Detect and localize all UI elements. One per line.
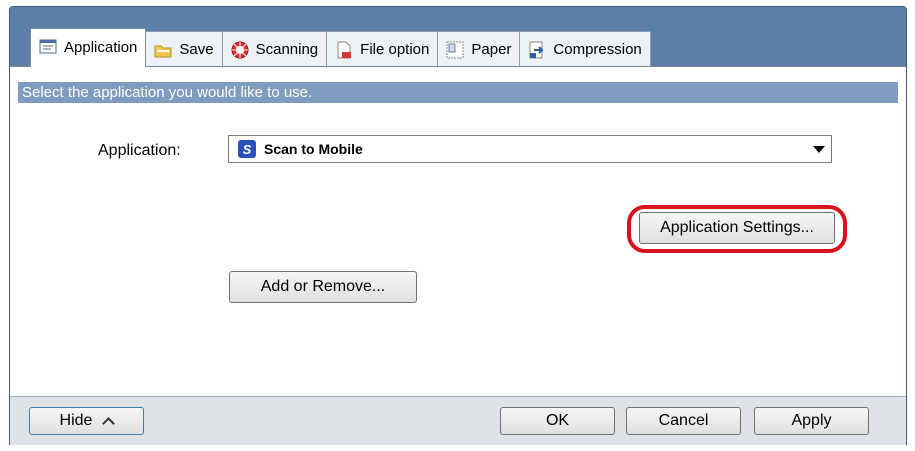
tab-scanning[interactable]: Scanning	[221, 31, 328, 67]
instruction-banner: Select the application you would like to…	[18, 82, 898, 103]
apply-button[interactable]: Apply	[754, 407, 869, 435]
cancel-button[interactable]: Cancel	[626, 407, 741, 435]
tab-save[interactable]: Save	[145, 31, 223, 67]
compression-icon	[528, 41, 546, 59]
chevron-down-icon[interactable]	[813, 146, 825, 153]
dialog-footer: Hide OK Cancel Apply	[10, 396, 906, 445]
tab-label: Paper	[471, 41, 512, 58]
application-select[interactable]: S Scan to Mobile	[228, 135, 832, 163]
tab-paper[interactable]: Paper	[437, 31, 521, 67]
application-panel: Select the application you would like to…	[10, 66, 906, 396]
file-option-icon	[335, 41, 353, 59]
application-icon	[39, 38, 57, 56]
application-settings-button[interactable]: Application Settings...	[639, 212, 835, 244]
hide-button[interactable]: Hide	[29, 407, 144, 435]
folder-icon	[154, 41, 172, 59]
scan-to-mobile-icon: S	[238, 140, 256, 158]
chevron-up-icon	[102, 417, 116, 430]
paper-icon	[446, 41, 464, 59]
tab-label: Compression	[553, 41, 642, 58]
hide-label: Hide	[59, 412, 93, 429]
tab-label: Scanning	[255, 41, 319, 58]
tab-label: Application	[64, 38, 138, 56]
add-or-remove-button[interactable]: Add or Remove...	[229, 271, 417, 303]
application-label: Application:	[98, 142, 181, 159]
tab-file-option[interactable]: File option	[326, 31, 439, 67]
tab-application[interactable]: Application	[30, 28, 147, 67]
tab-bar: Application Save Scanning File option Pa…	[30, 28, 651, 67]
tab-label: File option	[360, 41, 430, 58]
scan-settings-window: Application Save Scanning File option Pa…	[9, 6, 907, 445]
ok-button[interactable]: OK	[500, 407, 615, 435]
tab-label: Save	[179, 41, 214, 58]
scanning-icon	[231, 41, 249, 59]
tab-compression[interactable]: Compression	[519, 31, 651, 67]
application-selected-value: Scan to Mobile	[264, 141, 363, 157]
